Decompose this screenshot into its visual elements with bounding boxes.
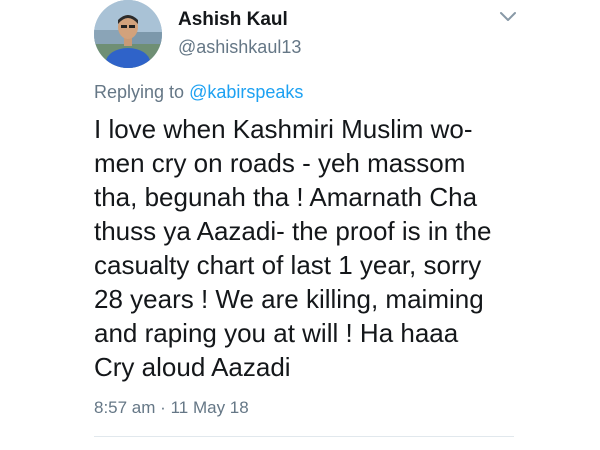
tweet-text: I love when Kashmiri Muslim wo- men cry … — [94, 112, 524, 384]
replying-to: Replying to @kabirspeaks — [94, 82, 303, 103]
chevron-down-icon[interactable] — [498, 10, 518, 24]
tweet-text-line: casualty chart of last 1 year, sorry — [94, 250, 482, 280]
tweet-date[interactable]: 11 May 18 — [171, 398, 249, 417]
tweet-text-line: 28 years ! We are killing, maiming — [94, 284, 484, 314]
tweet-timestamp[interactable]: 8:57 am · 11 May 18 — [94, 398, 249, 418]
divider — [94, 436, 514, 437]
replying-to-label: Replying to — [94, 82, 185, 102]
tweet-card: Ashish Kaul @ashishkaul13 Replying to @k… — [0, 0, 600, 450]
tweet-text-line: Cry aloud Aazadi — [94, 352, 291, 382]
tweet-text-line: and raping you at will ! Ha haaa — [94, 318, 459, 348]
tweet-text-line: men cry on roads - yeh massom — [94, 148, 466, 178]
tweet-text-line: thuss ya Aazadi- the proof is in the — [94, 216, 492, 246]
avatar[interactable] — [94, 0, 162, 68]
tweet-time[interactable]: 8:57 am — [94, 398, 155, 417]
tweet-text-line: I love when Kashmiri Muslim wo- — [94, 114, 473, 144]
tweet-text-line: tha, begunah tha ! Amarnath Cha — [94, 182, 478, 212]
timestamp-separator: · — [160, 398, 166, 417]
author-handle[interactable]: @ashishkaul13 — [178, 37, 301, 58]
author-name[interactable]: Ashish Kaul — [178, 9, 288, 31]
replying-to-link[interactable]: @kabirspeaks — [189, 82, 303, 102]
